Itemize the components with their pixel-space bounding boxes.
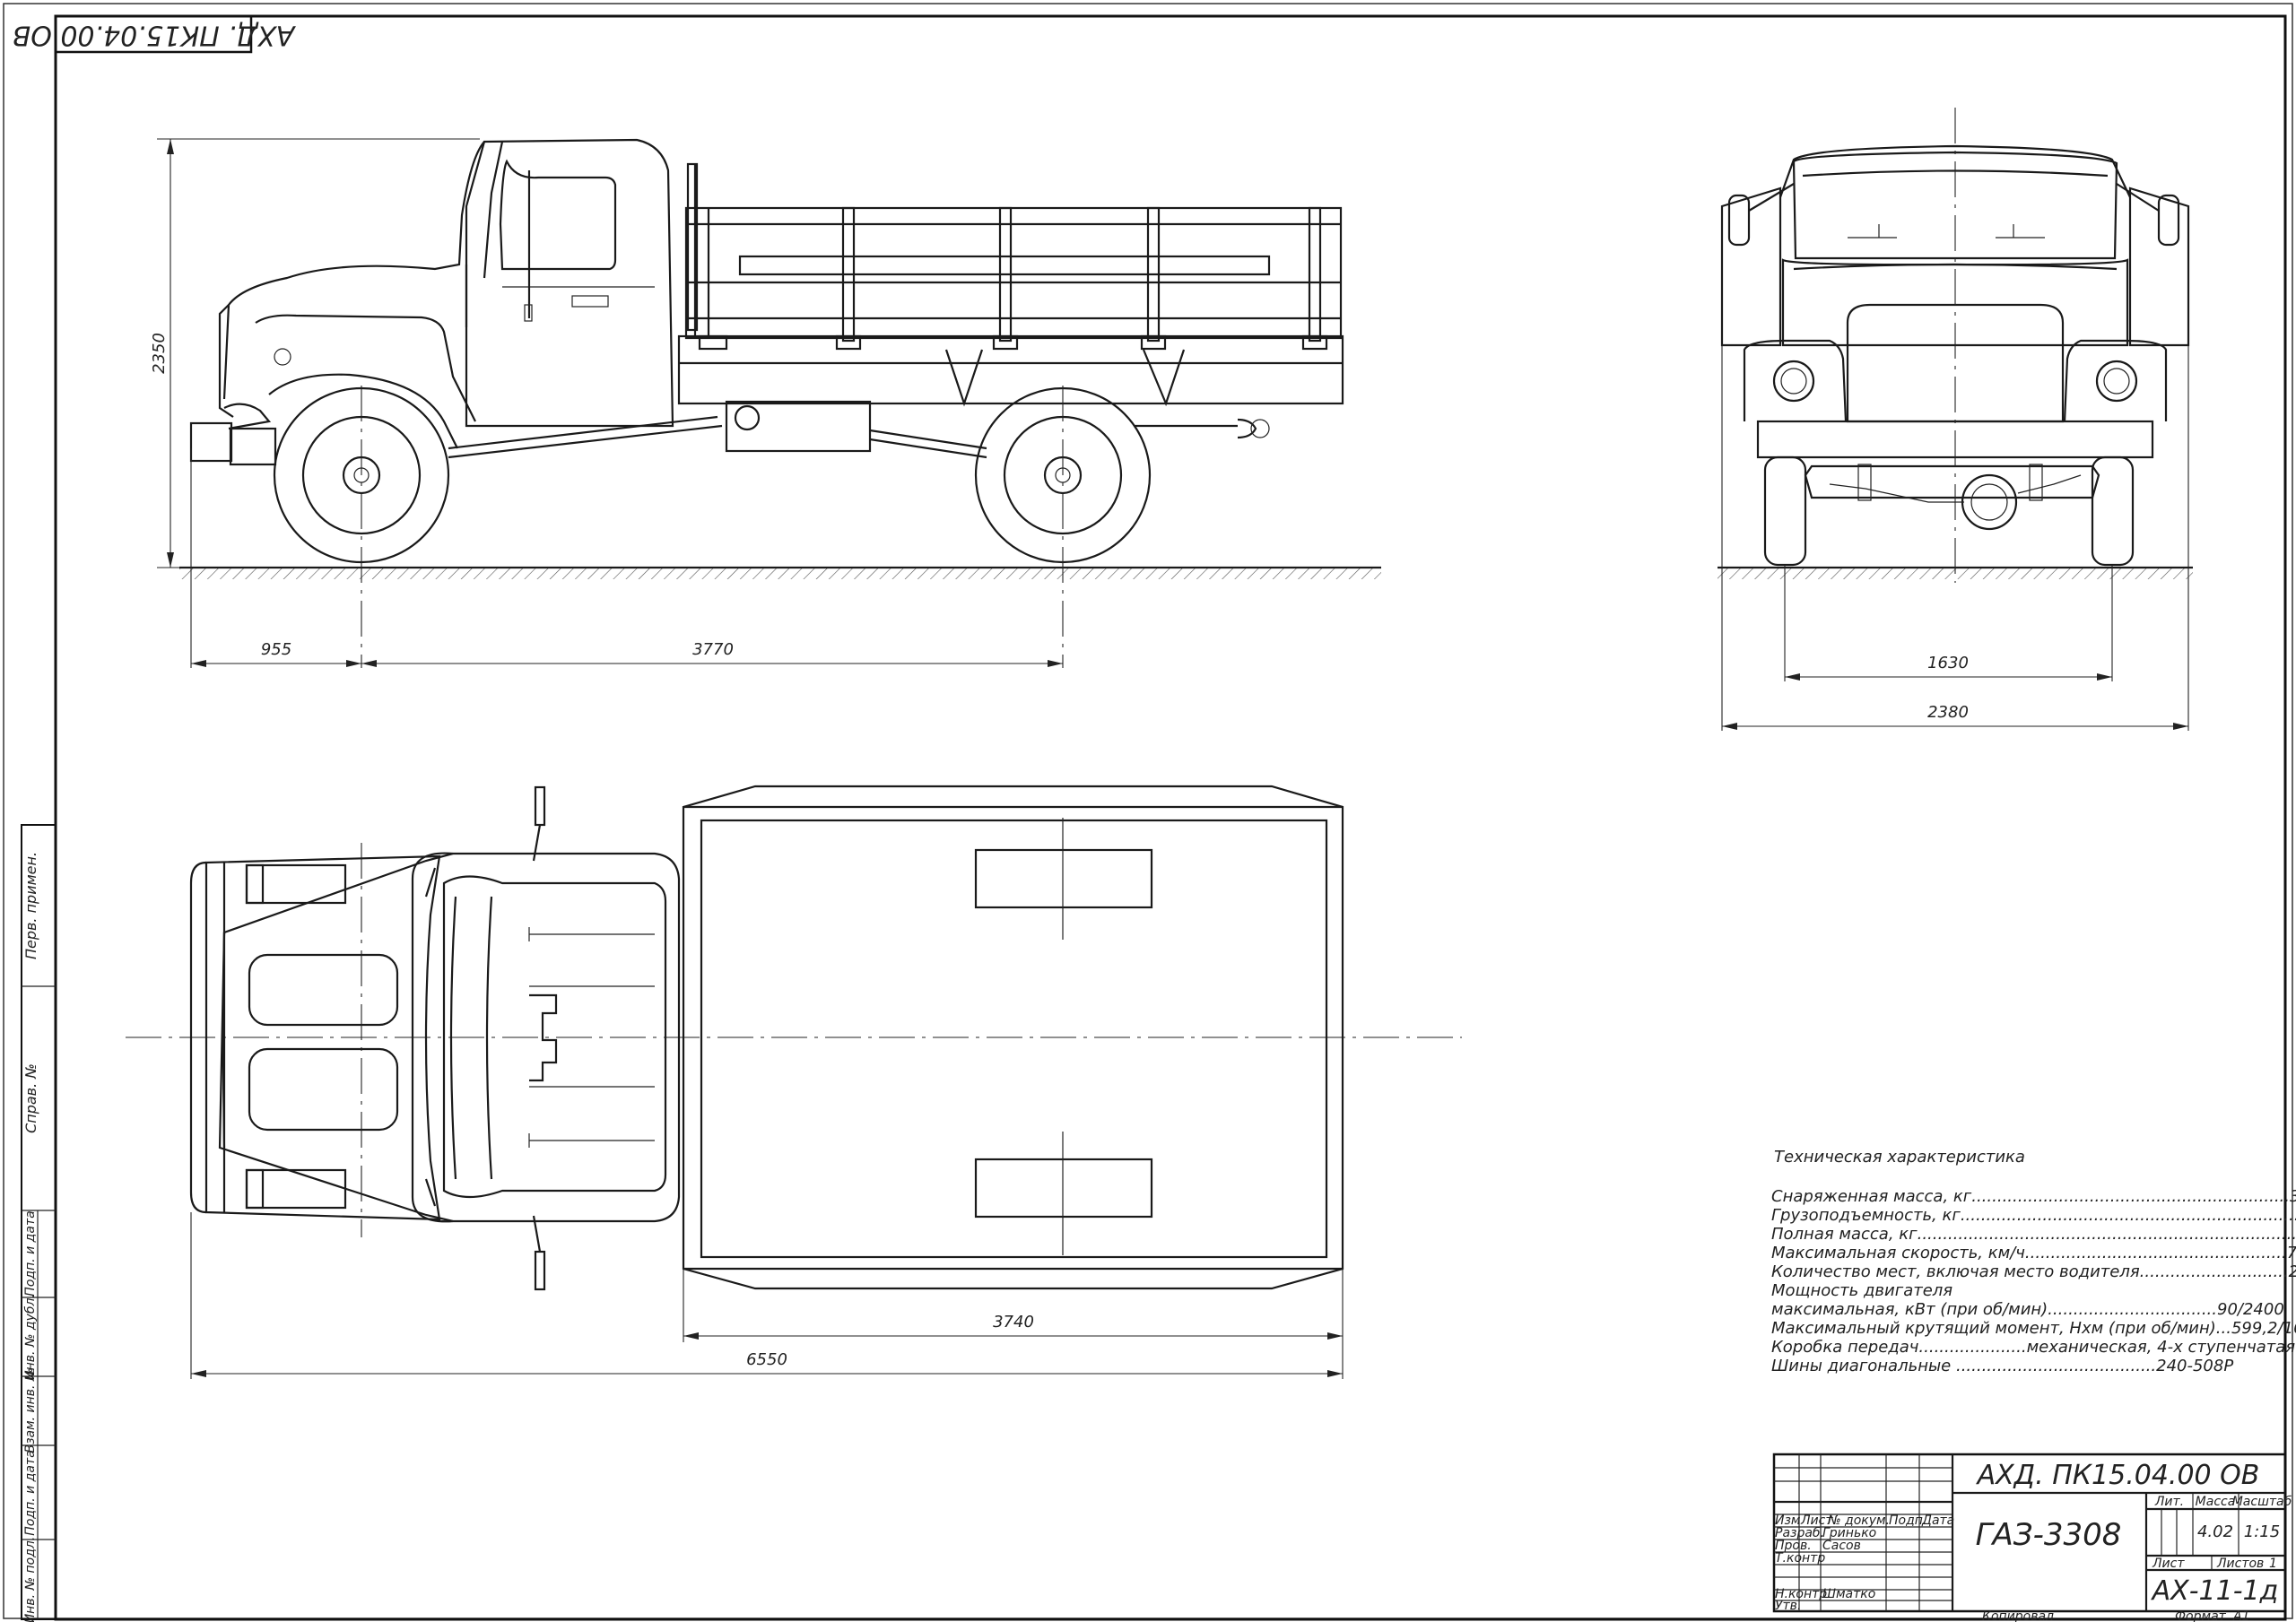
tb-mass-val: 4.02: [2197, 1522, 2233, 1541]
tb-masshtab: Масштаб: [2232, 1495, 2292, 1509]
title-block: Изм Лист № докум. Подп. Дата Разраб. Гри…: [1772, 1453, 2292, 1622]
dim-width: 2380: [1927, 703, 1969, 722]
spec-line: Грузоподъемность, кг....................…: [1771, 1206, 2296, 1225]
spec-line: Снаряженная масса, кг...................…: [1771, 1187, 2296, 1206]
tb-format-val: А1: [2232, 1609, 2249, 1622]
spec-block: Техническая характеристика Снаряженная м…: [1771, 1148, 2296, 1375]
tb-hdr-date: Дата: [1921, 1514, 1954, 1528]
stamp-sprav: Справ. №: [22, 1063, 39, 1133]
spec-line: максимальная, кВт (при об/мин)..........…: [1771, 1300, 2284, 1319]
tb-massa: Масса: [2196, 1495, 2236, 1509]
spec-line: Коробка передач.....................меха…: [1771, 1338, 2295, 1357]
tb-lit: Лит.: [2154, 1495, 2184, 1509]
spec-title: Техническая характеристика: [1774, 1148, 2025, 1167]
stamp-vzam-inv: Взам. инв. №: [23, 1367, 38, 1453]
spec-line: Мощность двигателя: [1771, 1281, 1952, 1300]
tb-copied: Копировал: [1982, 1609, 2054, 1622]
dim-front-overhang: 955: [261, 640, 291, 659]
spec-line: Максимальная скорость, км/ч.............…: [1771, 1244, 2296, 1262]
dim-height: 2350: [150, 333, 169, 374]
tb-row-tkontr: Т.контр: [1775, 1551, 1825, 1566]
tb-list-label: Лист: [2152, 1557, 2185, 1571]
spec-line: Максимальный крутящий момент, Нхм (при о…: [1771, 1319, 2296, 1338]
tb-prov-name: Сасов: [1822, 1539, 1861, 1553]
tb-nkontr-name: Шматко: [1822, 1587, 1875, 1601]
tb-name: ГАЗ-3308: [1976, 1517, 2122, 1553]
front-view: 1630 2380: [1718, 108, 2193, 731]
spec-line: Шины диагональные ......................…: [1771, 1357, 2233, 1375]
stamp-podp-data-2: Подп. и дата: [23, 1450, 38, 1535]
stamp-inv-podl: Инв. № подл.: [23, 1537, 38, 1622]
side-view: 2350 955 3770: [150, 138, 1381, 668]
tb-scale-val: 1:15: [2244, 1522, 2280, 1541]
spec-line: Количество мест, включая место водителя.…: [1771, 1262, 2296, 1281]
technical-drawing: АХД. ПК15.04.00 ОВ Перв. примен. Справ. …: [3, 3, 2296, 1622]
stamp-podp-data-1: Подп. и дата: [23, 1210, 38, 1296]
ground-hatch-side: [179, 568, 1381, 579]
rotated-code-stamp: АХД. ПК15.04.00 ОВ: [13, 14, 297, 54]
tb-listov-val: 1: [2269, 1557, 2277, 1571]
spec-line: Полная масса, кг........................…: [1771, 1225, 2296, 1244]
tb-code: АХД. ПК15.04.00 ОВ: [1976, 1460, 2260, 1491]
tb-row-utv: Утв.: [1775, 1599, 1801, 1613]
stamp-inv-dubl: Инв. № дубл.: [23, 1294, 38, 1380]
dim-track: 1630: [1927, 654, 1969, 672]
dim-length: 6550: [746, 1350, 787, 1369]
tb-listov-label: Листов: [2216, 1557, 2264, 1571]
tb-group: АХ-11-1д: [2151, 1575, 2279, 1607]
rotated-code-text: АХД. ПК15.04.00 ОВ: [13, 20, 297, 51]
dim-body-length: 3740: [993, 1313, 1034, 1331]
dim-wheelbase: 3770: [692, 640, 734, 659]
side-stamp-column: Перв. примен. Справ. № Подп. и дата Инв.…: [21, 824, 57, 1622]
tb-format-label: Формат: [2175, 1609, 2227, 1622]
stamp-perv-primen: Перв. примен.: [22, 852, 39, 959]
top-view: 3740 6550: [126, 785, 1462, 1379]
